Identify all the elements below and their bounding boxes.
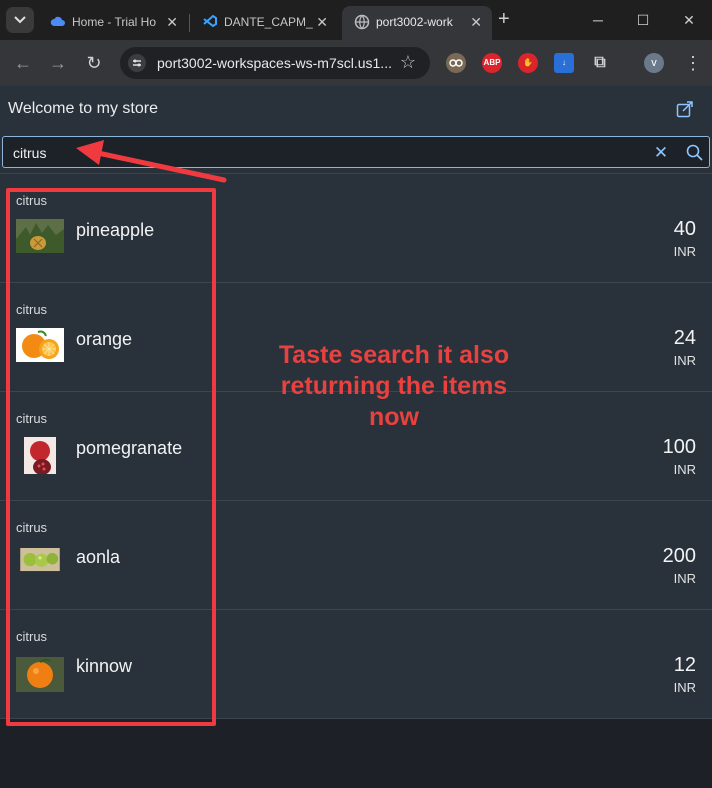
share-icon[interactable] — [676, 100, 694, 118]
tab-search-button[interactable] — [6, 7, 34, 33]
forward-arrow-icon[interactable]: → — [47, 52, 69, 74]
item-currency: INR — [673, 244, 696, 259]
search-bar: ✕ — [0, 132, 712, 174]
browser-tab-bar: Home - Trial Ho ✕ DANTE_CAPM_ ✕ port3002… — [0, 0, 712, 40]
bookmark-star-icon[interactable]: ☆ — [400, 52, 416, 73]
globe-icon — [354, 14, 370, 30]
page-title: Welcome to my store — [8, 100, 158, 117]
search-field[interactable]: ✕ — [2, 136, 710, 168]
search-icon[interactable] — [685, 143, 705, 163]
item-price: 200 — [662, 545, 696, 567]
tab-dante-capm[interactable]: DANTE_CAPM_ ✕ — [190, 6, 338, 40]
tab-label: Home - Trial Ho — [72, 15, 157, 29]
item-price: 100 — [662, 436, 696, 458]
avatar[interactable]: v — [644, 53, 664, 73]
search-input[interactable] — [13, 143, 613, 163]
browser-toolbar: ← → ↻ port3002-workspaces-ws-m7scl.us1..… — [0, 40, 712, 86]
download-extension-icon[interactable]: ↓ — [554, 53, 574, 73]
stop-extension-icon[interactable]: ✋ — [518, 53, 538, 73]
new-tab-button[interactable]: + — [498, 9, 510, 29]
minimize-icon[interactable]: ─ — [586, 8, 610, 32]
address-bar[interactable]: port3002-workspaces-ws-m7scl.us1... ☆ — [120, 47, 430, 79]
adblock-icon[interactable]: ABP — [482, 53, 502, 73]
tab-home-trial[interactable]: Home - Trial Ho ✕ — [38, 6, 188, 40]
item-currency: INR — [673, 462, 696, 477]
clear-icon[interactable]: ✕ — [651, 143, 671, 163]
site-info-icon[interactable] — [128, 54, 146, 72]
app-header: Welcome to my store — [0, 86, 712, 132]
tab-label: DANTE_CAPM_ — [224, 15, 313, 29]
maximize-icon[interactable]: ☐ — [631, 8, 655, 32]
vscode-icon — [203, 14, 217, 28]
tab-close-icon[interactable]: ✕ — [470, 14, 482, 30]
tab-label: port3002-work — [376, 15, 453, 29]
address-url: port3002-workspaces-ws-m7scl.us1... — [157, 55, 392, 71]
cloud-icon — [50, 16, 65, 26]
item-price: 12 — [673, 654, 696, 676]
puzzle-icon[interactable]: ⧉ — [590, 53, 610, 73]
more-menu-icon[interactable]: ⋮ — [684, 52, 702, 74]
reload-icon[interactable]: ↻ — [83, 52, 105, 74]
item-price: 40 — [673, 218, 696, 240]
chevron-down-icon — [14, 16, 26, 24]
tab-close-icon[interactable]: ✕ — [316, 14, 328, 30]
reader-icon[interactable] — [446, 53, 466, 73]
close-window-icon[interactable]: ✕ — [677, 8, 701, 32]
tab-close-icon[interactable]: ✕ — [166, 14, 178, 30]
item-currency: INR — [673, 680, 696, 695]
item-price: 24 — [673, 327, 696, 349]
annotation-highlight-box — [6, 188, 216, 726]
item-currency: INR — [673, 571, 696, 586]
item-currency: INR — [673, 353, 696, 368]
back-arrow-icon[interactable]: ← — [12, 52, 34, 74]
annotation-text: Taste search it also returning the items… — [278, 341, 510, 431]
tab-port3002[interactable]: port3002-work ✕ — [342, 6, 492, 40]
